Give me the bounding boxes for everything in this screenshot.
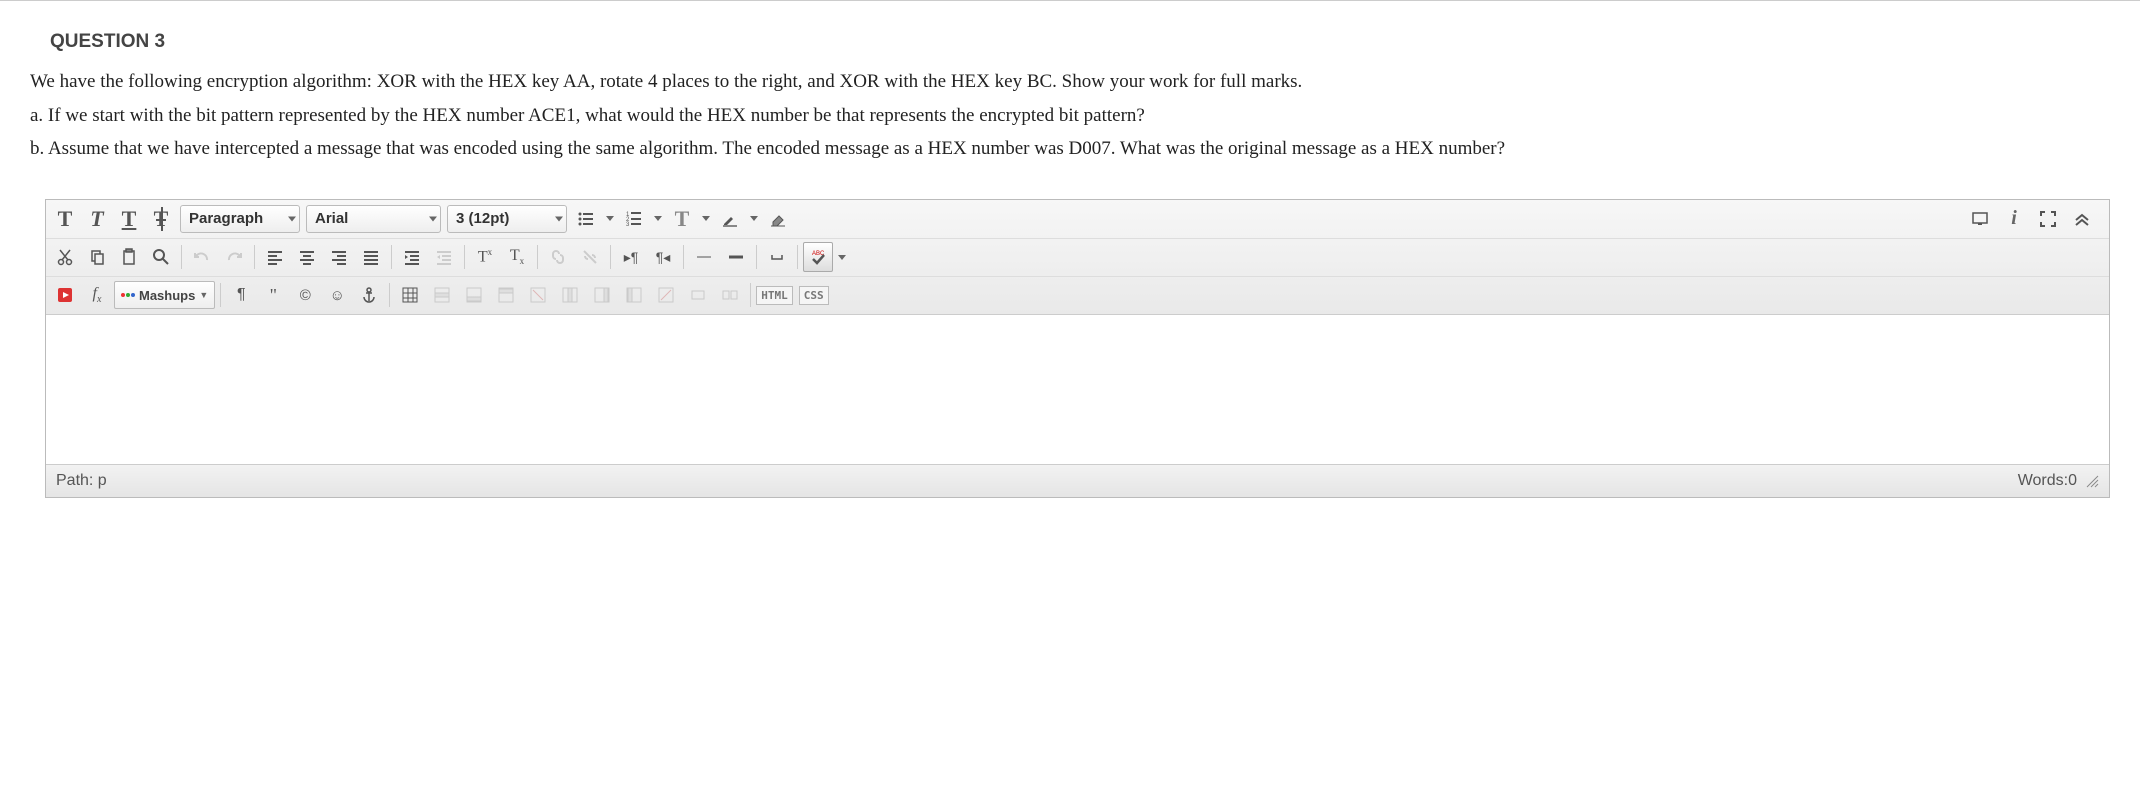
- bold-button[interactable]: T: [50, 204, 80, 234]
- text-color-dropdown[interactable]: [699, 204, 713, 234]
- align-justify-button[interactable]: [356, 242, 386, 272]
- html-view-button[interactable]: HTML: [756, 286, 793, 305]
- svg-text:3: 3: [626, 222, 630, 228]
- word-count: Words:0: [2018, 472, 2077, 490]
- toolbar-row-3: fx Mashups ▼ ¶ " © ☺: [46, 276, 2109, 314]
- highlight-dropdown[interactable]: [747, 204, 761, 234]
- spellcheck-button[interactable]: ABC: [803, 242, 833, 272]
- math-button[interactable]: fx: [82, 280, 112, 310]
- link-button[interactable]: [543, 242, 573, 272]
- question-part-a: a. If we start with the bit pattern repr…: [30, 102, 2110, 131]
- preview-button[interactable]: [1965, 204, 1995, 234]
- outdent-button[interactable]: [429, 242, 459, 272]
- editor-toolbar: T T T T Paragraph Arial 3 (12pt): [46, 200, 2109, 315]
- media-button[interactable]: [50, 280, 80, 310]
- question-body: We have the following encryption algorit…: [0, 68, 2140, 189]
- hr-thin-button[interactable]: [689, 242, 719, 272]
- subscript-button[interactable]: Tx: [502, 242, 532, 272]
- highlight-button[interactable]: [715, 204, 745, 234]
- table-split-button[interactable]: [715, 280, 745, 310]
- mashups-button[interactable]: Mashups ▼: [114, 281, 215, 309]
- quote-button[interactable]: ": [258, 280, 288, 310]
- numbered-list-dropdown[interactable]: [651, 204, 665, 234]
- paragraph-format-select[interactable]: Paragraph: [180, 205, 300, 233]
- table-row-after-button[interactable]: [459, 280, 489, 310]
- nbsp-button[interactable]: [762, 242, 792, 272]
- emoji-button[interactable]: ☺: [322, 280, 352, 310]
- bullet-list-dropdown[interactable]: [603, 204, 617, 234]
- question-part-b: b. Assume that we have intercepted a mes…: [30, 135, 2110, 164]
- toolbar-row-2: Tx Tx ▸¶ ¶◂ ABC: [46, 238, 2109, 276]
- path-display: Path: p: [56, 472, 107, 490]
- numbered-list-button[interactable]: 123: [619, 204, 649, 234]
- toolbar-row-1: T T T T Paragraph Arial 3 (12pt): [46, 200, 2109, 238]
- find-button[interactable]: [146, 242, 176, 272]
- table-delete-col-button[interactable]: [651, 280, 681, 310]
- text-color-button[interactable]: T: [667, 204, 697, 234]
- show-blocks-button[interactable]: ¶: [226, 280, 256, 310]
- table-row-before-button[interactable]: [491, 280, 521, 310]
- help-icon[interactable]: i: [1999, 204, 2029, 234]
- editor-status-bar: Path: p Words:0: [46, 465, 2109, 497]
- insert-table-button[interactable]: [395, 280, 425, 310]
- question-title: QUESTION 3: [0, 21, 2140, 68]
- fullscreen-button[interactable]: [2033, 204, 2063, 234]
- align-center-button[interactable]: [292, 242, 322, 272]
- italic-button[interactable]: T: [82, 204, 112, 234]
- editor-content[interactable]: [46, 315, 2109, 465]
- copyright-button[interactable]: ©: [290, 280, 320, 310]
- css-view-button[interactable]: CSS: [799, 286, 829, 305]
- bullet-list-button[interactable]: [571, 204, 601, 234]
- mashups-label: Mashups: [139, 288, 195, 303]
- table-merge-button[interactable]: [683, 280, 713, 310]
- font-family-select[interactable]: Arial: [306, 205, 441, 233]
- collapse-toolbar-button[interactable]: [2067, 204, 2097, 234]
- font-size-select[interactable]: 3 (12pt): [447, 205, 567, 233]
- anchor-button[interactable]: [354, 280, 384, 310]
- table-col-after-button[interactable]: [587, 280, 617, 310]
- align-right-button[interactable]: [324, 242, 354, 272]
- rich-text-editor: T T T T Paragraph Arial 3 (12pt): [45, 199, 2110, 498]
- strikethrough-button[interactable]: T: [146, 204, 176, 234]
- table-row-button[interactable]: [427, 280, 457, 310]
- spellcheck-dropdown[interactable]: [835, 242, 849, 272]
- align-left-button[interactable]: [260, 242, 290, 272]
- table-col-button[interactable]: [555, 280, 585, 310]
- table-delete-row-button[interactable]: [523, 280, 553, 310]
- table-col-before-button[interactable]: [619, 280, 649, 310]
- cut-button[interactable]: [50, 242, 80, 272]
- copy-button[interactable]: [82, 242, 112, 272]
- unlink-button[interactable]: [575, 242, 605, 272]
- superscript-button[interactable]: Tx: [470, 242, 500, 272]
- redo-button[interactable]: [219, 242, 249, 272]
- undo-button[interactable]: [187, 242, 217, 272]
- resize-handle[interactable]: [2085, 474, 2099, 488]
- underline-button[interactable]: T: [114, 204, 144, 234]
- hr-thick-button[interactable]: [721, 242, 751, 272]
- paste-button[interactable]: [114, 242, 144, 272]
- rtl-button[interactable]: ¶◂: [648, 242, 678, 272]
- question-intro: We have the following encryption algorit…: [30, 68, 2110, 97]
- indent-button[interactable]: [397, 242, 427, 272]
- clear-format-button[interactable]: [763, 204, 793, 234]
- ltr-button[interactable]: ▸¶: [616, 242, 646, 272]
